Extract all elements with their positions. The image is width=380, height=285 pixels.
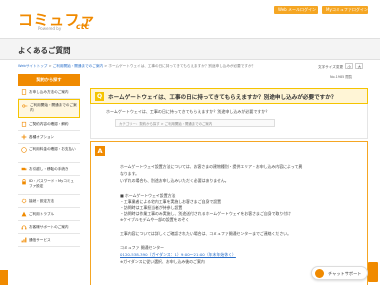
headset-icon — [21, 225, 27, 230]
sidebar-item-support[interactable]: お客様サポートのご案内 — [18, 221, 80, 234]
sidebar-item-label: お引越し・移転の手続き — [29, 167, 69, 171]
lock-icon — [22, 179, 26, 185]
plus-icon — [21, 134, 27, 140]
gear-icon — [21, 198, 27, 204]
breadcrumb-home-link[interactable]: Webサイトトップ — [18, 64, 47, 68]
answer-mark-badge: A — [95, 146, 105, 156]
title-bar: よくあるご質問 — [0, 38, 380, 60]
page-top-button[interactable] — [368, 262, 378, 282]
font-size-label: 文字サイズ変更 — [318, 65, 344, 69]
answer-box: A ホームゲートウェイ設置方法については、お客さまの建物種別・提供エリア・お申し… — [90, 141, 368, 285]
answer-line: ホームゲートウェイ設置方法については、お客さまの建物種別・提供エリア・お申し込み… — [120, 164, 303, 169]
breadcrumb: Webサイトトップ > ご利用開始・開通までのご案内 > ホームゲートウェイは、… — [18, 64, 255, 69]
chat-icon — [315, 269, 324, 278]
font-size-large-button[interactable]: 大 — [355, 63, 364, 69]
sidebar-item-label: ご利用料金の確認・お支払い — [29, 147, 76, 151]
question-detail: ホームゲートウェイは、工事の日に持ってきてもらえますか？別途申し込みが必要ですか… — [106, 109, 270, 114]
question-body: ホームゲートウェイは、工事の日に持ってきてもらえますか？別途申し込みが必要ですか… — [90, 104, 368, 139]
phone-number-link[interactable]: 0120-538-390（ガイダンス：1）9:00〜21:00（年末年始休く） — [120, 252, 236, 258]
logo-sub-text: Powered by — [38, 26, 62, 31]
breadcrumb-current: ホームゲートウェイは、工事の日に持ってきてもらえますか？別途申し込みが必要ですか… — [108, 64, 256, 68]
sidebar-item-trouble[interactable]: ご利用トラブル — [18, 208, 80, 221]
web-mail-login-button[interactable]: Web メールログイン — [274, 6, 318, 14]
document-icon — [21, 89, 27, 95]
sidebar-item-settings[interactable]: 接続・設定方法 — [18, 195, 80, 208]
clipboard-icon — [21, 121, 27, 127]
sidebar-item-label: ご利用開始・開通までのご案内 — [30, 103, 77, 112]
page-title: よくあるご質問 — [18, 46, 71, 55]
answer-line: いずれの場合も、別途お申し込みいただく必要はありません。 — [120, 178, 229, 183]
category-path: カテゴリー：契約から探す > ご利用開始・開通までのご案内 — [115, 119, 275, 127]
answer-line: なります。 — [120, 171, 140, 176]
signal-icon — [21, 237, 27, 243]
sidebar-item-application[interactable]: お申し込み方法のご案内 — [18, 86, 80, 99]
sidebar-item-label: ご利用トラブル — [29, 212, 55, 216]
sidebar-item-communication[interactable]: 通信サービス — [18, 234, 80, 247]
question-title: ホームゲートウェイは、工事の日に持ってきてもらえますか？別途申し込みが必要ですか… — [108, 95, 337, 101]
mypage-login-button[interactable]: Myコミュファログイン — [322, 6, 368, 14]
answer-line: 工事内容については詳しくご確認されたい場合は、コミュファ開通センターまでご連絡く… — [120, 231, 291, 236]
truck-icon — [21, 167, 27, 171]
sidebar-item-start-service[interactable]: ご利用開始・開通までのご案内 — [18, 99, 80, 118]
view-count: No.1985 閲覧 — [330, 75, 353, 79]
sidebar-item-moving[interactable]: お引越し・移転の手続き — [18, 163, 80, 176]
breadcrumb-section-link[interactable]: ご利用開始・開通までのご案内 — [53, 64, 103, 68]
logo[interactable]: コミュファ Powered by ctc — [18, 9, 96, 31]
sidebar-item-label: 各種オプション — [29, 135, 55, 139]
breadcrumb-separator: > — [104, 64, 108, 68]
answer-line: ※ガイダンスに従い選択、お申し込み後のご案内 — [120, 259, 205, 264]
sidebar-heading: 契約から探す — [18, 74, 80, 86]
question-mark-badge: Q — [95, 92, 104, 101]
site-header: コミュファ Powered by ctc Web メールログイン Myコミュファ… — [0, 0, 380, 38]
font-size-small-button[interactable]: 小 — [345, 63, 354, 69]
sidebar-item-label: ID・パスワード・Myコミュファ設定 — [29, 179, 74, 188]
chat-support-button[interactable]: チャットサポート — [311, 266, 368, 280]
sidebar-item-billing[interactable]: ご利用料金の確認・お支払い — [18, 144, 80, 163]
question-box: Q ホームゲートウェイは、工事の日に持ってきてもらえますか？別途申し込みが必要で… — [90, 88, 368, 104]
left-edge-tab[interactable] — [0, 270, 8, 285]
warning-icon — [21, 211, 27, 217]
yen-icon — [21, 147, 27, 153]
logo-brand-text: ctc — [76, 22, 90, 31]
breadcrumb-separator: > — [48, 64, 52, 68]
sidebar-item-options[interactable]: 各種オプション — [18, 131, 80, 144]
key-icon — [22, 104, 28, 108]
sidebar-item-label: 通信サービス — [29, 238, 51, 242]
answer-line: コミュファ 開通センター — [120, 245, 165, 250]
chat-support-label: チャットサポート — [328, 271, 362, 276]
sidebar-item-label: ご契約内容の確認・解約 — [29, 122, 69, 126]
sidebar: 契約から探す お申し込み方法のご案内 ご利用開始・開通までのご案内 ご契約内容の… — [18, 74, 80, 247]
sidebar-item-contract[interactable]: ご契約内容の確認・解約 — [18, 118, 80, 131]
answer-line: ※ケイブルモデムや一部の設置をのぞく — [120, 217, 190, 222]
sidebar-item-label: 接続・設定方法 — [29, 199, 55, 203]
sidebar-item-label: お申し込み方法のご案内 — [29, 90, 69, 94]
sidebar-item-label: お客様サポートのご案内 — [29, 225, 69, 229]
font-size-control: 文字サイズ変更 小 大 — [318, 63, 364, 70]
sidebar-item-id-password[interactable]: ID・パスワード・Myコミュファ設定 — [18, 176, 80, 195]
